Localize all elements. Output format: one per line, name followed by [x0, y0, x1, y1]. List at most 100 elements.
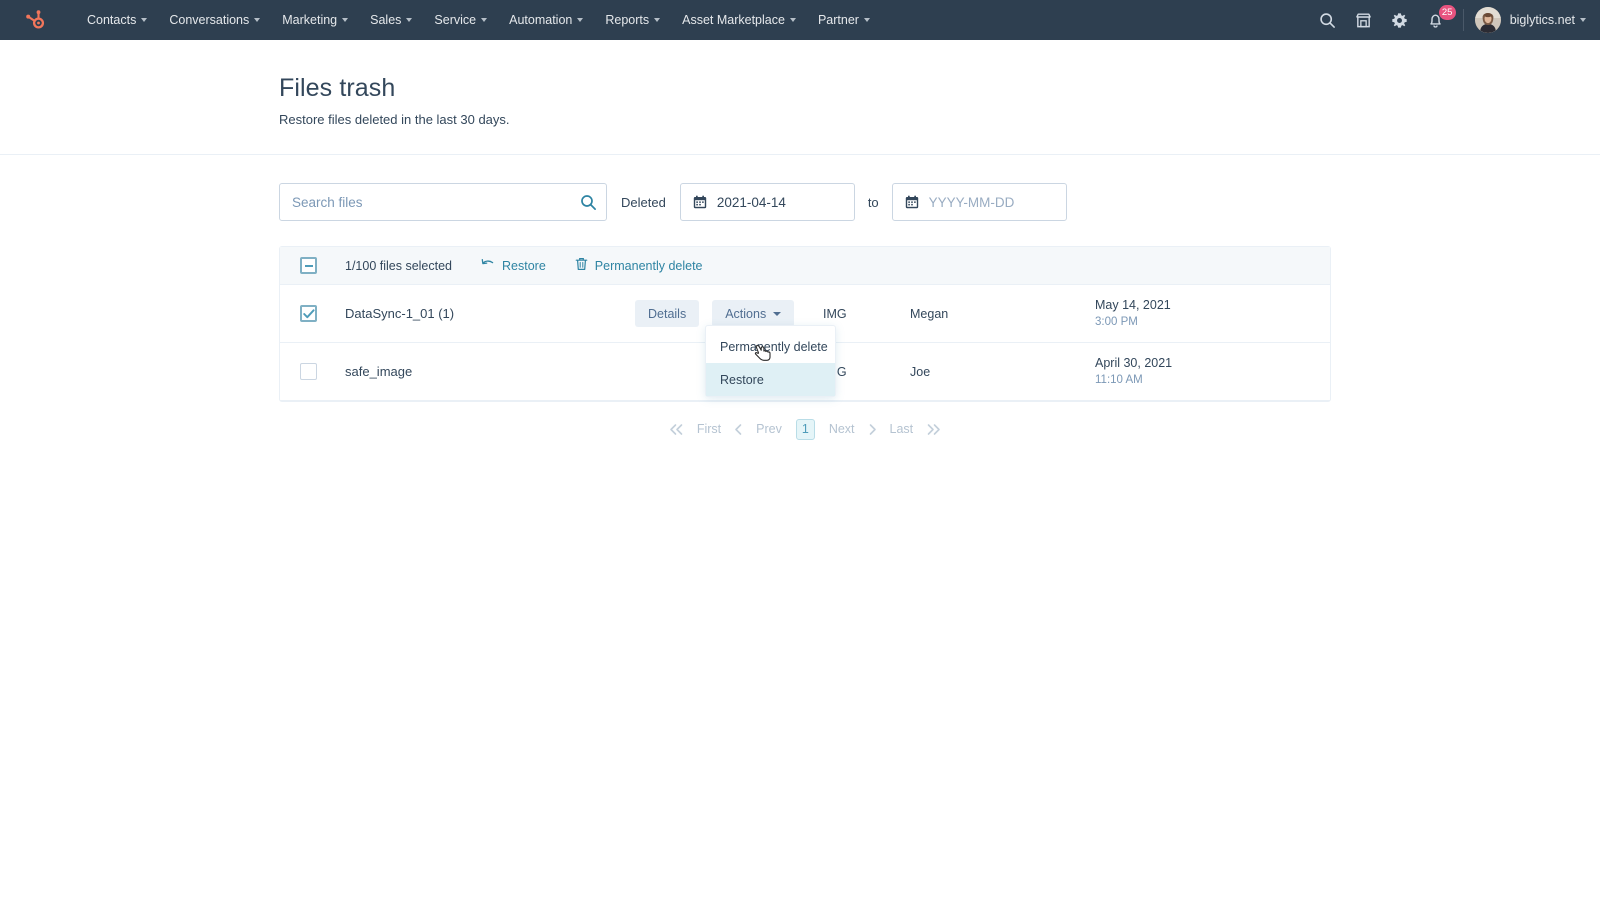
- search-icon[interactable]: [1310, 0, 1346, 40]
- chevron-down-icon: [773, 311, 782, 316]
- chevron-down-icon: [654, 18, 661, 22]
- deleted-date-from-field[interactable]: 2021-04-14: [679, 183, 855, 221]
- double-chevron-right-icon[interactable]: [922, 423, 945, 436]
- selection-count-label: 1/100 files selected: [345, 258, 453, 273]
- chevron-down-icon: [481, 18, 488, 22]
- row-checkbox-selected[interactable]: [300, 305, 317, 322]
- menu-item-label: Permanently delete: [720, 339, 828, 354]
- pagination-next[interactable]: Next: [820, 418, 864, 440]
- chevron-down-icon: [254, 18, 261, 22]
- calendar-icon: [693, 195, 707, 209]
- chevron-left-icon[interactable]: [730, 423, 747, 436]
- calendar-icon: [905, 195, 919, 209]
- details-label: Details: [648, 306, 687, 321]
- undo-arrow-icon: [481, 258, 502, 273]
- deleted-time: 3:00 PM: [1095, 316, 1138, 329]
- row-action-buttons: Details Actions: [635, 300, 800, 327]
- chevron-down-icon: [406, 18, 413, 22]
- pagination-last[interactable]: Last: [881, 418, 923, 440]
- avatar[interactable]: [1474, 7, 1501, 33]
- menu-item-restore[interactable]: Restore: [706, 363, 835, 396]
- navbar-actions: 25 biglytics.net: [1310, 0, 1586, 40]
- nav-item-contacts[interactable]: Contacts: [76, 0, 158, 40]
- chevron-down-icon: [342, 18, 349, 22]
- deleted-filter-label: Deleted: [621, 194, 666, 210]
- chevron-down-icon: [789, 18, 796, 22]
- double-chevron-left-icon[interactable]: [665, 423, 688, 436]
- bulk-restore-label: Restore: [502, 258, 546, 273]
- search-input[interactable]: [279, 183, 607, 221]
- deleted-date-cell: May 14, 2021 3:00 PM: [1095, 298, 1171, 330]
- indeterminate-dash-icon: [304, 264, 313, 267]
- row-checkbox-unselected[interactable]: [300, 363, 317, 380]
- select-all-checkbox[interactable]: [300, 257, 317, 274]
- top-navigation-bar: Contacts Conversations Marketing Sales S…: [0, 0, 1600, 40]
- nav-item-asset-marketplace[interactable]: Asset Marketplace: [671, 0, 807, 40]
- nav-item-marketing[interactable]: Marketing: [271, 0, 359, 40]
- pagination-controls: First Prev 1 Next Last: [279, 418, 1331, 440]
- nav-item-automation[interactable]: Automation: [498, 0, 594, 40]
- deleted-date: April 30, 2021: [1095, 355, 1173, 370]
- pagination-page-1[interactable]: 1: [795, 418, 815, 440]
- nav-label: Marketing: [282, 13, 338, 27]
- date-from-value: 2021-04-14: [716, 194, 786, 210]
- bulk-permanently-delete-button[interactable]: Permanently delete: [575, 257, 703, 274]
- nav-item-partner[interactable]: Partner: [807, 0, 881, 40]
- page-subtitle: Restore files deleted in the last 30 day…: [279, 112, 510, 127]
- file-type: IMG: [823, 306, 847, 321]
- bulk-restore-button[interactable]: Restore: [481, 258, 546, 273]
- deleted-time: 11:10 AM: [1095, 374, 1143, 387]
- actions-dropdown-button[interactable]: Actions: [712, 300, 795, 327]
- actions-dropdown-menu: Permanently delete Restore: [705, 325, 836, 397]
- nav-label: Reports: [605, 13, 650, 27]
- notification-bell-icon[interactable]: 25: [1418, 0, 1456, 40]
- marketplace-storefront-icon[interactable]: [1346, 0, 1382, 40]
- nav-label: Conversations: [169, 13, 250, 27]
- nav-label: Sales: [370, 13, 402, 27]
- nav-label: Service: [434, 13, 477, 27]
- chevron-right-icon[interactable]: [864, 423, 881, 436]
- chevron-down-icon: [863, 18, 870, 22]
- account-menu[interactable]: biglytics.net: [1510, 13, 1586, 27]
- details-button[interactable]: Details: [635, 300, 700, 327]
- page-title: Files trash: [279, 74, 396, 102]
- file-name: DataSync-1_01 (1): [345, 306, 455, 321]
- chevron-down-icon: [1580, 18, 1586, 22]
- navbar-divider: [1462, 9, 1464, 31]
- pagination-first[interactable]: First: [688, 418, 730, 440]
- chevron-down-icon: [577, 18, 584, 22]
- files-trash-table: 1/100 files selected Restore Permanently…: [279, 246, 1331, 402]
- deleted-by-user: Megan: [910, 306, 949, 321]
- nav-item-sales[interactable]: Sales: [359, 0, 423, 40]
- trash-icon: [575, 257, 595, 274]
- notification-badge: 25: [1438, 5, 1456, 20]
- file-name: safe_image: [345, 364, 413, 379]
- date-to-value: YYYY-MM-DD: [928, 194, 1015, 210]
- nav-label: Partner: [817, 13, 859, 27]
- menu-item-permanently-delete[interactable]: Permanently delete: [706, 330, 835, 363]
- nav-item-conversations[interactable]: Conversations: [158, 0, 271, 40]
- pagination-prev[interactable]: Prev: [747, 418, 791, 440]
- nav-label: Contacts: [87, 13, 137, 27]
- deleted-date-to-field[interactable]: YYYY-MM-DD: [891, 183, 1067, 221]
- table-bulk-action-toolbar: 1/100 files selected Restore Permanently…: [280, 247, 1330, 285]
- deleted-date-cell: April 30, 2021 11:10 AM: [1095, 356, 1172, 388]
- nav-label: Asset Marketplace: [682, 13, 785, 27]
- nav-item-reports[interactable]: Reports: [594, 0, 671, 40]
- page-header: Files trash Restore files deleted in the…: [0, 40, 1600, 127]
- gear-icon[interactable]: [1382, 0, 1418, 40]
- nav-label: Automation: [509, 13, 573, 27]
- chevron-down-icon: [141, 18, 148, 22]
- filter-bar: Deleted 2021-04-14 to: [0, 155, 1600, 221]
- search-files-field: [279, 183, 607, 221]
- bulk-delete-label: Permanently delete: [594, 258, 703, 273]
- actions-label: Actions: [725, 306, 767, 321]
- date-range-to-label: to: [867, 194, 879, 210]
- menu-item-label: Restore: [720, 372, 764, 387]
- deleted-date: May 14, 2021: [1095, 297, 1171, 312]
- primary-nav-menu: Contacts Conversations Marketing Sales S…: [76, 0, 881, 40]
- hubspot-sprocket-logo[interactable]: [18, 3, 52, 37]
- nav-item-service[interactable]: Service: [423, 0, 498, 40]
- checkmark-icon: [302, 308, 315, 318]
- search-icon[interactable]: [577, 191, 599, 213]
